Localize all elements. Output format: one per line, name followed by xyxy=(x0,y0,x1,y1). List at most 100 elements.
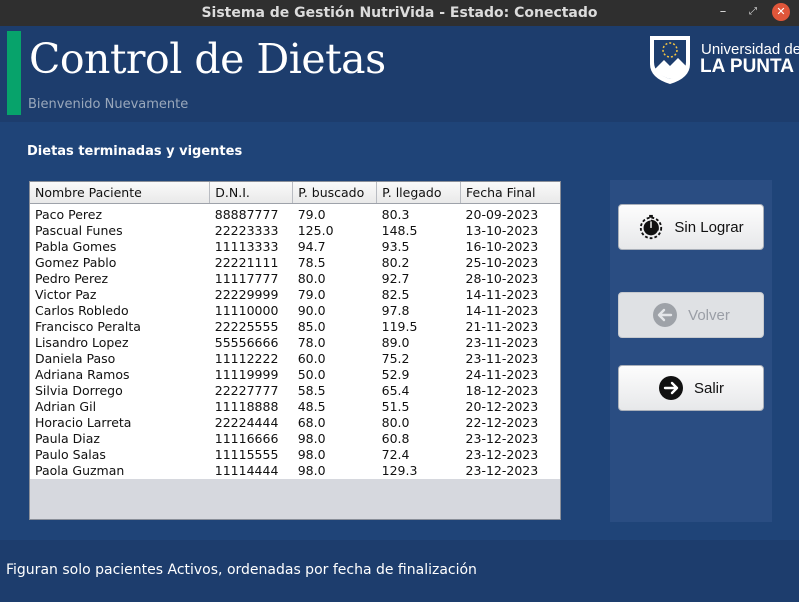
table-cell: Silvia Dorrego xyxy=(30,382,210,399)
table-cell: 97.8 xyxy=(376,302,461,319)
column-header[interactable]: P. buscado xyxy=(292,182,378,204)
table-cell: 80.2 xyxy=(376,254,461,271)
table-row[interactable]: Paula Diaz 11116666 98.0 60.8 23-12-2023 xyxy=(30,430,560,447)
column-header[interactable]: Fecha Final xyxy=(460,182,560,204)
column-header[interactable]: P. llegado xyxy=(376,182,462,204)
table-row[interactable]: Victor Paz 22229999 79.0 82.5 14-11-2023 xyxy=(30,286,560,303)
table-cell: Paco Perez xyxy=(30,203,210,223)
table-cell: 50.0 xyxy=(292,366,377,383)
header: Control de Dietas Bienvenido Nuevamente … xyxy=(0,26,799,122)
table-cell: 25-10-2023 xyxy=(460,254,560,271)
table-row[interactable]: Pabla Gomes 11113333 94.7 93.5 16-10-2023 xyxy=(30,238,560,255)
table-cell: 79.0 xyxy=(292,286,377,303)
table-cell: Adriana Ramos xyxy=(30,366,210,383)
stopwatch-icon xyxy=(638,214,664,240)
table-row[interactable]: Silvia Dorrego 22227777 58.5 65.4 18-12-2023 xyxy=(30,382,560,399)
table-cell: 98.0 xyxy=(292,446,377,463)
table-cell: 58.5 xyxy=(292,382,377,399)
table-row[interactable]: Lisandro Lopez 55556666 78.0 89.0 23-11-2023 xyxy=(30,334,560,351)
table-cell: Pabla Gomes xyxy=(30,238,210,255)
main-area: Dietas terminadas y vigentes Nombre Paci… xyxy=(0,122,799,540)
section-title: Dietas terminadas y vigentes xyxy=(27,144,243,159)
table-body: Paco Perez 88887777 79.0 80.3 20-09-2023 Pasc… xyxy=(30,203,560,479)
table-row[interactable]: Adrian Gil 11118888 48.5 51.5 20-12-2023 xyxy=(30,398,560,415)
table-cell: 60.0 xyxy=(292,350,377,367)
table-cell: 125.0 xyxy=(292,222,377,239)
table-row[interactable]: Carlos Robledo 11110000 90.0 97.8 14-11-2023 xyxy=(30,302,560,319)
table-cell: Francisco Peralta xyxy=(30,318,210,335)
table-row[interactable]: Paco Perez 88887777 79.0 80.3 20-09-2023 xyxy=(30,203,560,223)
arrow-left-circle-icon xyxy=(652,302,678,328)
table-cell: Carlos Robledo xyxy=(30,302,210,319)
column-header[interactable]: Nombre Paciente xyxy=(30,182,211,204)
table-cell: 11117777 xyxy=(209,270,293,287)
diets-table-container[interactable]: Nombre Paciente D.N.I. P. buscado P. llegad… xyxy=(29,181,561,520)
sin-lograr-button[interactable]: Sin Lograr xyxy=(618,204,764,250)
table-row[interactable]: Paola Guzman 11114444 98.0 129.3 23-12-2023 xyxy=(30,462,560,479)
table-row[interactable]: Adriana Ramos 11119999 50.0 52.9 24-11-2023 xyxy=(30,366,560,383)
table-cell: 22223333 xyxy=(209,222,293,239)
table-cell: 22229999 xyxy=(209,286,293,303)
table-cell: 14-11-2023 xyxy=(460,286,560,303)
table-cell: Victor Paz xyxy=(30,286,210,303)
table-cell: 11112222 xyxy=(209,350,293,367)
table-cell: Adrian Gil xyxy=(30,398,210,415)
table-cell: 11113333 xyxy=(209,238,293,255)
table-row[interactable]: Pascual Funes 22223333 125.0 148.5 13-10-202… xyxy=(30,222,560,239)
table-cell: 11114444 xyxy=(209,462,293,479)
salir-button[interactable]: Salir xyxy=(618,365,764,411)
table-cell: 23-11-2023 xyxy=(460,350,560,367)
volver-button[interactable]: Volver xyxy=(618,292,764,338)
table-cell: 78.5 xyxy=(292,254,377,271)
table-cell: 82.5 xyxy=(376,286,461,303)
table-cell: 129.3 xyxy=(376,462,461,479)
table-cell: 18-12-2023 xyxy=(460,382,560,399)
column-header[interactable]: D.N.I. xyxy=(209,182,294,204)
table-header-row: Nombre Paciente D.N.I. P. buscado P. llegad… xyxy=(30,182,560,204)
table-cell: 94.7 xyxy=(292,238,377,255)
table-row[interactable]: Paulo Salas 11115555 98.0 72.4 23-12-2023 xyxy=(30,446,560,463)
table-cell: 14-11-2023 xyxy=(460,302,560,319)
window-title: Sistema de Gestión NutriVida - Estado: C… xyxy=(201,5,598,21)
page-title: Control de Dietas xyxy=(29,35,386,83)
table-row[interactable]: Pedro Perez 11117777 80.0 92.7 28-10-2023 xyxy=(30,270,560,287)
table-cell: 92.7 xyxy=(376,270,461,287)
table-cell: 79.0 xyxy=(292,203,377,223)
table-cell: Horacio Larreta xyxy=(30,414,210,431)
table-cell: 24-11-2023 xyxy=(460,366,560,383)
volver-label: Volver xyxy=(688,306,730,324)
table-cell: 22227777 xyxy=(209,382,293,399)
table-cell: 90.0 xyxy=(292,302,377,319)
table-cell: 85.0 xyxy=(292,318,377,335)
university-shield-icon xyxy=(650,36,690,84)
table-cell: 11115555 xyxy=(209,446,293,463)
table-row[interactable]: Daniela Paso 11112222 60.0 75.2 23-11-2023 xyxy=(30,350,560,367)
footer: Figuran solo pacientes Activos, ordenada… xyxy=(0,540,799,602)
table-cell: 22224444 xyxy=(209,414,293,431)
table-cell: 20-09-2023 xyxy=(460,203,560,223)
table-cell: 13-10-2023 xyxy=(460,222,560,239)
diets-table: Nombre Paciente D.N.I. P. buscado P. llegad… xyxy=(30,182,560,479)
table-cell: 20-12-2023 xyxy=(460,398,560,415)
table-cell: 78.0 xyxy=(292,334,377,351)
table-row[interactable]: Horacio Larreta 22224444 68.0 80.0 22-12-202… xyxy=(30,414,560,431)
table-cell: Paola Guzman xyxy=(30,462,210,479)
table-row[interactable]: Francisco Peralta 22225555 85.0 119.5 21-11-… xyxy=(30,318,560,335)
table-cell: 51.5 xyxy=(376,398,461,415)
sin-lograr-label: Sin Lograr xyxy=(674,218,744,236)
table-cell: 23-12-2023 xyxy=(460,462,560,479)
table-cell: 98.0 xyxy=(292,430,377,447)
table-cell: 52.9 xyxy=(376,366,461,383)
table-cell: 148.5 xyxy=(376,222,461,239)
maximize-button[interactable]: ⤢ xyxy=(744,3,762,21)
table-cell: 22225555 xyxy=(209,318,293,335)
table-cell: 98.0 xyxy=(292,462,377,479)
close-button[interactable]: ✕ xyxy=(772,3,790,21)
table-cell: 75.2 xyxy=(376,350,461,367)
table-row[interactable]: Gomez Pablo 22221111 78.5 80.2 25-10-2023 xyxy=(30,254,560,271)
table-cell: 68.0 xyxy=(292,414,377,431)
table-cell: 60.8 xyxy=(376,430,461,447)
arrow-right-circle-icon xyxy=(658,375,684,401)
table-cell: Paula Diaz xyxy=(30,430,210,447)
minimize-button[interactable]: – xyxy=(714,3,732,21)
